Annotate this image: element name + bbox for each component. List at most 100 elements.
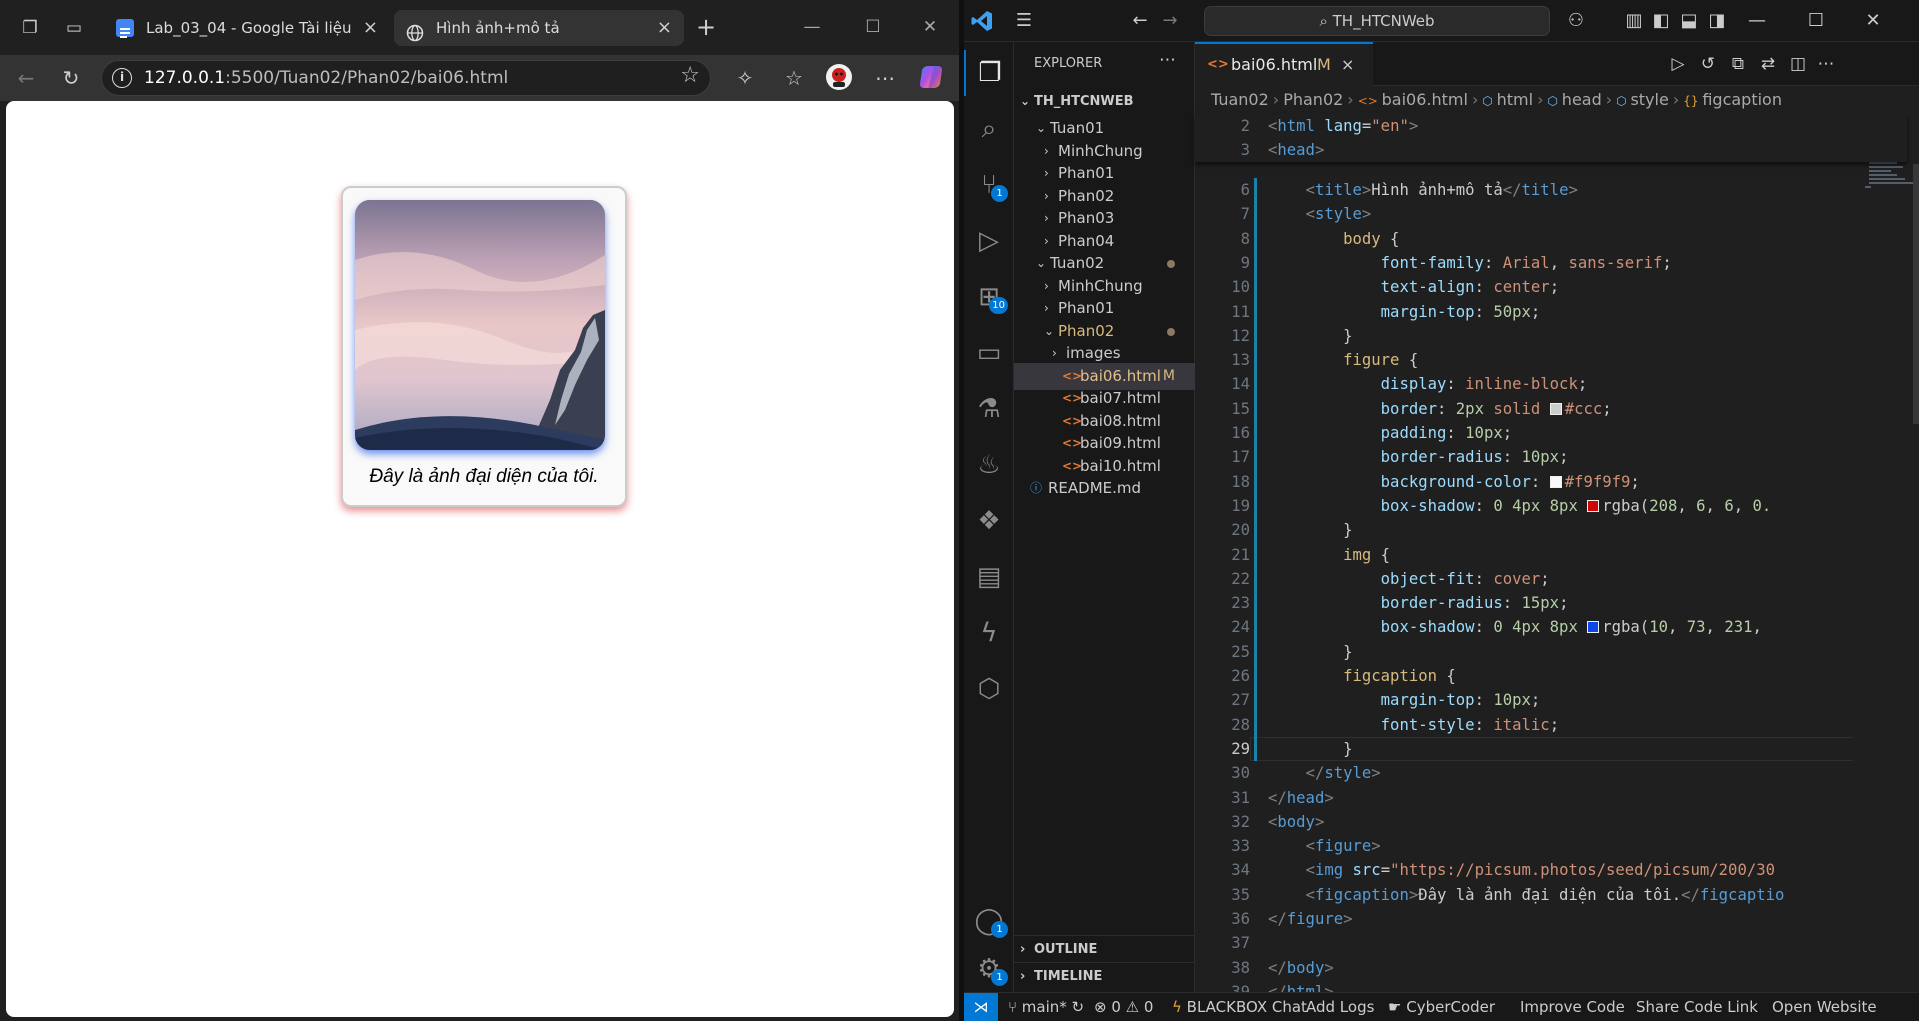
lightning-icon[interactable]: ϟ [964,610,1014,656]
account-badge: 1 [991,921,1008,938]
copilot-menu-icon[interactable]: ⚇ [1564,9,1588,33]
testing-icon[interactable]: ⚗ [964,386,1014,432]
source-control-icon[interactable]: ⑂ 1 [964,162,1014,208]
workspace-root[interactable]: ⌄ TH_HTCNWEB [1014,88,1195,115]
address-bar[interactable]: i 127.0.0.1:5500/Tuan02/Phan02/bai06.htm… [101,60,711,96]
favorites-icon[interactable]: ☆ [779,63,809,93]
line-number: 20 [1231,521,1250,540]
improve-code-item[interactable]: Improve Code [1520,993,1625,1021]
timeline-history-icon[interactable]: ↺ [1697,53,1719,75]
git-modified-gutter [1254,178,1257,762]
favorite-star-icon[interactable]: ☆ [680,63,700,88]
branch-indicator[interactable]: ⑂ main* ↻ [1008,993,1084,1021]
command-center-search[interactable]: ⌕ TH_HTCNWeb [1204,6,1550,36]
branch-icon: ⑂ [1008,998,1022,1016]
chat-icon[interactable]: ▤ [964,554,1014,600]
toggle-panel-icon[interactable]: ⬓ [1677,9,1701,33]
remote-explorer-icon[interactable]: ▭ [964,330,1014,376]
close-tab-icon[interactable]: × [657,10,672,46]
close-window-button[interactable]: ✕ [1861,9,1885,33]
color-swatch[interactable] [1549,402,1562,415]
remote-indicator-icon[interactable]: ⋊ [964,993,998,1021]
line-number: 12 [1231,326,1250,345]
explorer-icon[interactable]: ❐ [964,50,1014,96]
minimap[interactable] [1853,114,1919,992]
workspaces-icon[interactable]: ❐ [18,16,42,40]
profile-avatar[interactable] [824,62,854,92]
customize-layout-icon[interactable]: ▥ [1622,9,1646,33]
line-number: 28 [1231,715,1250,734]
line-number: 8 [1240,229,1250,248]
breadcrumb-item[interactable]: bai06.html [1382,90,1468,109]
more-menu-icon[interactable]: ⋯ [870,63,900,93]
tab-actions-icon[interactable]: ▭ [62,16,86,40]
new-tab-button[interactable]: + [694,15,718,39]
python-icon[interactable]: ❖ [964,498,1014,544]
breadcrumb-item[interactable]: Tuan02 [1211,90,1269,109]
activity-bar: ❐ ⌕ ⑂ 1 ▷ ⊞ 10 ▭ ⚗ ♨ ❖ ▤ ϟ ⬡ ◯ 1 ⚙ 1 [964,42,1014,992]
breadcrumb-item[interactable]: head [1562,90,1602,109]
run-icon[interactable]: ▷ [1667,53,1689,75]
nav-forward-icon[interactable]: → [1158,9,1182,33]
browser-tab-docs[interactable]: Lab_03_04 - Google Tài liệu × [104,10,390,46]
more-actions-icon[interactable]: ⋯ [1159,50,1176,70]
color-swatch[interactable] [1549,475,1562,488]
open-website-item[interactable]: Open Website [1772,993,1877,1021]
nav-back-icon[interactable]: ← [1128,9,1152,33]
compare-changes-icon[interactable]: ⇄ [1757,53,1779,75]
menu-icon[interactable]: ☰ [1012,9,1036,33]
status-label: Open Website [1772,998,1877,1016]
settings-gear-icon[interactable]: ⚙ 1 [964,946,1014,992]
search-icon[interactable]: ⌕ [964,106,1014,152]
copilot-icon[interactable] [916,62,946,92]
run-debug-icon[interactable]: ▷ [964,218,1014,264]
code-line: <html lang="en"> [1268,117,1419,135]
extensions-icon[interactable]: ⊞ 10 [964,274,1014,320]
color-swatch[interactable] [1587,621,1600,634]
maximize-button[interactable]: ☐ [1804,9,1828,33]
color-swatch[interactable] [1587,499,1600,512]
site-info-icon[interactable]: i [112,68,132,88]
minimize-button[interactable]: — [1745,9,1769,33]
more-actions-icon[interactable]: ⋯ [1815,53,1837,75]
breadcrumb-item[interactable]: style [1630,90,1668,109]
breadcrumb-item[interactable]: figcaption [1702,90,1782,109]
code-line: border-radius: 15px; [1380,594,1569,613]
genie-lamp-icon[interactable]: ♨ [964,442,1014,488]
code-line: padding: 10px; [1380,424,1513,442]
toggle-primary-sidebar-icon[interactable]: ◧ [1649,9,1673,33]
timeline-section[interactable]: › TIMELINE [1014,962,1195,989]
editor-tab-bai06[interactable]: <> bai06.html M × [1195,42,1373,86]
breadcrumb-item[interactable]: Phan02 [1283,90,1343,109]
file-item[interactable]: ⓘ README.md [1014,475,1195,502]
close-tab-icon[interactable]: × [1341,44,1354,86]
browser-tab-active[interactable]: Hình ảnh+mô tả × [394,10,684,46]
code-editor[interactable]: 2 <html lang="en"> 3 <head> 6 <title>Hình ả… [1195,114,1910,1001]
account-icon[interactable]: ◯ 1 [964,898,1014,944]
toggle-secondary-sidebar-icon[interactable]: ◨ [1705,9,1729,33]
blackbox-chat-item[interactable]: ϟ BLACKBOX Chat [1172,993,1307,1021]
code-line: <img src="https://picsum.photos/seed/pic… [1305,861,1775,880]
code-line: </figure> [1268,910,1353,928]
minimize-button[interactable]: — [797,12,827,42]
line-number: 38 [1231,958,1250,977]
outline-section[interactable]: › OUTLINE [1014,935,1195,962]
extensions-icon[interactable]: ✧ [730,63,760,93]
share-code-link-item[interactable]: Share Code Link [1636,993,1758,1021]
cybercoder-item[interactable]: ☛ CyberCoder [1388,993,1495,1021]
code-line: <head> [1268,141,1325,160]
close-tab-icon[interactable]: × [363,10,378,46]
problems-indicator[interactable]: ⊗ 0 ⚠ 0 [1094,993,1153,1021]
add-logs-item[interactable]: Add Logs [1306,993,1374,1021]
html-file-icon: <> [1357,94,1382,108]
back-button[interactable]: ← [11,63,41,93]
containers-icon[interactable]: ⬡ [964,666,1014,712]
open-preview-icon[interactable]: ⧉ [1727,53,1749,75]
line-number: 2 [1240,117,1250,135]
error-count: 0 [1111,998,1121,1016]
maximize-button[interactable]: ☐ [858,12,888,42]
breadcrumb-item[interactable]: html [1497,90,1533,109]
close-window-button[interactable]: ✕ [915,12,945,42]
split-editor-icon[interactable]: ◫ [1787,53,1809,75]
refresh-button[interactable]: ↻ [56,63,86,93]
